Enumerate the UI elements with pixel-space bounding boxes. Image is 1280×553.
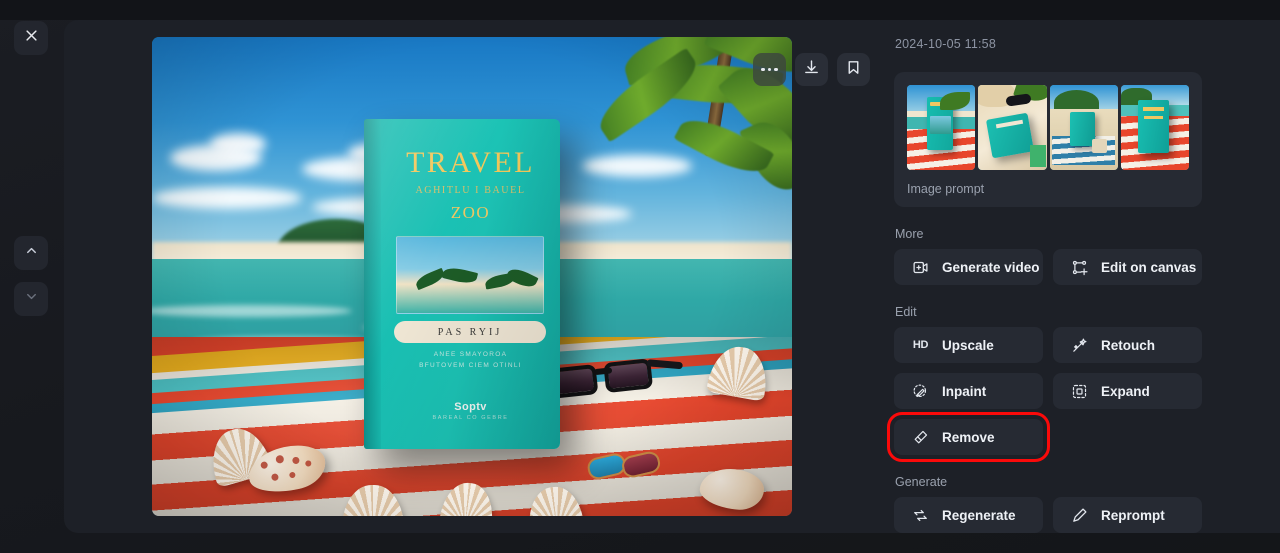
expand-button[interactable]: Expand [1053,373,1202,409]
prompt-thumbnail-4[interactable] [1120,85,1189,170]
inpaint-label: Inpaint [942,383,987,399]
cloud [152,187,302,209]
cloud [582,155,692,177]
inpaint-brush-icon [912,383,929,400]
upscale-button[interactable]: HD Upscale [894,327,1043,363]
eraser-icon [912,429,929,446]
upscale-label: Upscale [942,337,994,353]
chevron-down-icon [24,289,39,309]
image-prompt-label: Image prompt [907,182,985,196]
more-options-button[interactable] [753,53,786,86]
sunglasses-lens [603,358,654,394]
generate-button-group: Regenerate Reprompt [894,497,1262,533]
shell-spot [288,471,296,479]
shell-spot [275,454,285,465]
details-sidebar: 2024-10-05 11:58 Image prompt More Gener… [876,20,1280,533]
prompt-thumbnail-strip [907,85,1189,170]
chevron-up-icon [24,243,39,263]
section-label-generate: Generate [895,475,948,489]
download-icon [803,59,820,81]
prompt-thumbnail-1[interactable] [907,85,976,170]
prompt-thumbnail-3[interactable] [1049,85,1118,170]
shell-spot [260,461,269,470]
inpaint-button[interactable]: Inpaint [894,373,1043,409]
shell-spot [304,459,312,468]
edit-on-canvas-label: Edit on canvas [1101,259,1197,275]
expand-icon [1071,383,1088,400]
next-image-button[interactable] [14,282,48,316]
edit-on-canvas-button[interactable]: Edit on canvas [1053,249,1202,285]
prompt-thumbnail-2[interactable] [978,85,1047,170]
generate-video-button[interactable]: Generate video [894,249,1043,285]
regenerate-icon [912,507,929,524]
bookmark-button[interactable] [837,53,870,86]
generate-video-label: Generate video [942,259,1040,275]
image-toolbar [753,53,870,86]
retouch-button[interactable]: Retouch [1053,327,1202,363]
cloud [210,133,266,155]
retouch-label: Retouch [1101,337,1155,353]
more-button-group: Generate video Edit on canvas [894,249,1262,285]
generate-video-icon [912,259,929,276]
sea-foam [152,305,352,317]
left-rail [0,0,64,553]
edit-button-group: HD Upscale Retouch Inpaint Expand Remove [887,327,1262,462]
more-horizontal-icon [761,67,778,72]
magic-wand-icon [1071,337,1088,354]
reprompt-button[interactable]: Reprompt [1053,497,1202,533]
regenerate-button[interactable]: Regenerate [894,497,1043,533]
remove-button[interactable]: Remove [887,412,1050,462]
edit-on-canvas-icon [1071,259,1088,276]
close-icon [24,28,39,48]
shell-spot [291,456,301,465]
image-prompt-card[interactable]: Image prompt [894,72,1202,207]
shell-spot [270,473,280,482]
section-label-edit: Edit [895,305,917,319]
expand-label: Expand [1101,383,1150,399]
window-top-strip [0,0,1280,20]
bookmark-icon [845,59,862,81]
close-button[interactable] [14,21,48,55]
book-gloss [364,119,560,449]
download-button[interactable] [795,53,828,86]
pencil-icon [1071,507,1088,524]
generation-timestamp: 2024-10-05 11:58 [895,37,996,51]
app-root: TRAVEL AGHITLU I BAUEL ZOO PAS RYIJ ANEE… [0,0,1280,553]
regenerate-label: Regenerate [942,507,1016,523]
generated-image-preview[interactable]: TRAVEL AGHITLU I BAUEL ZOO PAS RYIJ ANEE… [152,37,792,516]
hd-icon: HD [912,339,929,351]
book-cover: TRAVEL AGHITLU I BAUEL ZOO PAS RYIJ ANEE… [364,119,560,449]
section-label-more: More [895,227,924,241]
previous-image-button[interactable] [14,236,48,270]
reprompt-label: Reprompt [1101,507,1165,523]
remove-label: Remove [942,429,995,445]
